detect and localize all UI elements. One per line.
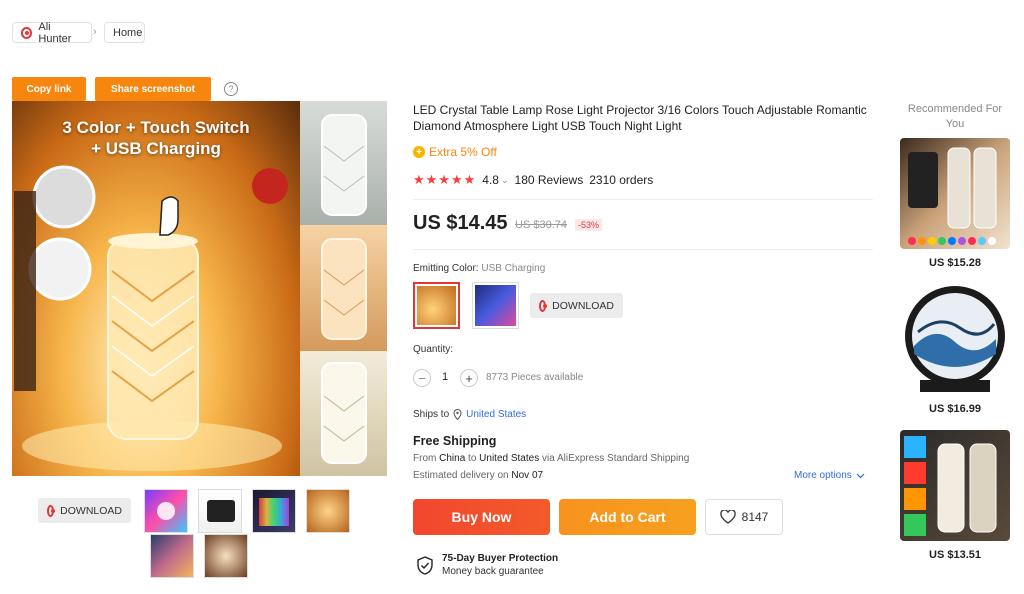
crystal-lamp-warm-illustration — [321, 238, 367, 340]
copy-link-button[interactable]: Copy link — [12, 77, 86, 101]
breadcrumb-home-label: Home — [113, 26, 143, 39]
location-pin-icon — [453, 409, 462, 420]
rating-chevron-down-icon[interactable]: ⌄ — [501, 175, 509, 186]
ali-hunter-icon — [47, 504, 56, 517]
shield-check-icon — [417, 556, 433, 575]
variant-usb-charging[interactable] — [413, 282, 460, 329]
shipping-from-prefix: From — [413, 453, 437, 464]
quantity-label: Quantity: — [413, 344, 454, 355]
breadcrumb-app[interactable]: Ali Hunter — [12, 20, 92, 45]
ships-to-country-link[interactable]: United States — [466, 409, 526, 420]
crystal-lamp-neutral-illustration — [321, 362, 367, 464]
divider — [413, 199, 873, 200]
shipping-title: Free Shipping — [413, 434, 497, 448]
promo-badge[interactable]: + Extra 5% Off — [413, 145, 497, 159]
shipping-to: United States — [479, 453, 540, 464]
gallery-download-button[interactable]: DOWNLOAD — [38, 498, 131, 523]
ships-to-row: Ships to United States — [413, 409, 526, 420]
thumbnail-5[interactable] — [150, 534, 194, 578]
help-icon[interactable]: ? — [224, 82, 238, 96]
thumbnail-2-graphic — [207, 500, 235, 522]
wishlist-button[interactable]: 8147 — [705, 499, 783, 535]
rating-row: ★★★★★ 4.8 ⌄ 180 Reviews 2310 orders — [413, 172, 653, 188]
variant-rgb-image — [475, 285, 516, 326]
thumbnail-4[interactable] — [306, 489, 350, 533]
original-price: US $30.74 — [515, 219, 567, 231]
side-image-warm[interactable] — [300, 225, 387, 351]
recommended-item-2-price[interactable]: US $16.99 — [900, 403, 1010, 415]
wishlist-count: 8147 — [741, 510, 769, 524]
review-count[interactable]: 180 Reviews — [515, 173, 584, 187]
variant-download-label: DOWNLOAD — [552, 299, 614, 312]
current-price: US $14.45 — [413, 212, 508, 234]
variant-download-button[interactable]: DOWNLOAD — [530, 293, 623, 318]
thumbnail-1[interactable] — [144, 489, 188, 533]
side-image-neutral[interactable] — [300, 351, 387, 476]
rating-value[interactable]: 4.8 — [482, 173, 499, 187]
quantity-value[interactable]: 1 — [442, 371, 448, 383]
quantity-decrement-button[interactable]: − — [413, 369, 431, 387]
main-product-image[interactable]: 3 Color + Touch Switch + USB Charging — [12, 101, 300, 476]
breadcrumb-home[interactable]: Home — [104, 22, 145, 43]
crystal-lamp-colors-illustration — [904, 436, 997, 536]
discount-badge: -53% — [575, 219, 603, 231]
crystal-lamp-illustration — [14, 165, 288, 471]
ali-hunter-logo-icon — [21, 26, 33, 39]
variant-usb-charging-image — [417, 286, 456, 325]
emitting-color-value: USB Charging — [481, 263, 546, 274]
play-icon — [157, 502, 175, 520]
emitting-color-label: Emitting Color: USB Charging — [413, 263, 545, 274]
delivery-prefix: Estimated delivery on — [413, 470, 509, 481]
thumbnail-3[interactable] — [252, 489, 296, 533]
sand-art-frame-illustration — [905, 286, 1005, 392]
thumbnail-6[interactable] — [204, 534, 248, 578]
ali-hunter-icon — [539, 299, 548, 312]
shipping-via: via AliExpress Standard Shipping — [542, 453, 690, 464]
ships-to-label: Ships to — [413, 409, 450, 420]
delivery-estimate: Estimated delivery on Nov 07 — [413, 470, 543, 481]
shipping-to-word: to — [468, 453, 477, 464]
recommended-item-2-image[interactable] — [900, 284, 1010, 395]
crystal-lamp-white-illustration — [321, 114, 367, 216]
side-image-white[interactable] — [300, 101, 387, 225]
recommended-item-1-image[interactable] — [900, 138, 1010, 249]
delivery-date: Nov 07 — [511, 470, 544, 481]
coin-icon: + — [413, 146, 425, 158]
rating-stars-icon: ★★★★★ — [413, 172, 477, 187]
recommended-item-1-price[interactable]: US $15.28 — [900, 257, 1010, 269]
crystal-lamp-phone-illustration — [908, 147, 997, 245]
gallery-download-label: DOWNLOAD — [60, 504, 122, 517]
recommended-item-3-image[interactable] — [900, 430, 1010, 541]
protection-subtitle: Money back guarantee — [442, 566, 544, 577]
breadcrumb-chevron-icon: › — [93, 26, 97, 38]
chevron-down-icon — [856, 473, 865, 478]
recommended-item-3-price[interactable]: US $13.51 — [900, 549, 1010, 561]
emitting-color-title: Emitting Color: — [413, 263, 479, 274]
thumbnail-3-graphic — [259, 498, 289, 526]
variant-rgb[interactable] — [472, 282, 519, 329]
divider — [413, 249, 873, 250]
thumbnail-2[interactable] — [198, 489, 242, 533]
promo-text: Extra 5% Off — [429, 145, 497, 159]
buy-now-button[interactable]: Buy Now — [413, 499, 550, 535]
shipping-route: From China to United States via AliExpre… — [413, 453, 689, 464]
add-to-cart-button[interactable]: Add to Cart — [559, 499, 696, 535]
quantity-increment-button[interactable]: + — [460, 369, 478, 387]
available-count: 8773 Pieces available — [486, 372, 584, 383]
more-options-link[interactable]: More options — [794, 470, 865, 481]
product-title: LED Crystal Table Lamp Rose Light Projec… — [413, 103, 867, 133]
breadcrumb-app-label: Ali Hunter — [38, 20, 72, 45]
shipping-from: China — [439, 453, 466, 464]
share-screenshot-button[interactable]: Share screenshot — [95, 77, 211, 101]
protection-title: 75-Day Buyer Protection — [442, 553, 559, 564]
more-options-label: More options — [794, 470, 852, 481]
order-count: 2310 orders — [589, 173, 654, 187]
recommended-title: Recommended For You — [907, 103, 1003, 130]
heart-icon — [719, 510, 736, 524]
